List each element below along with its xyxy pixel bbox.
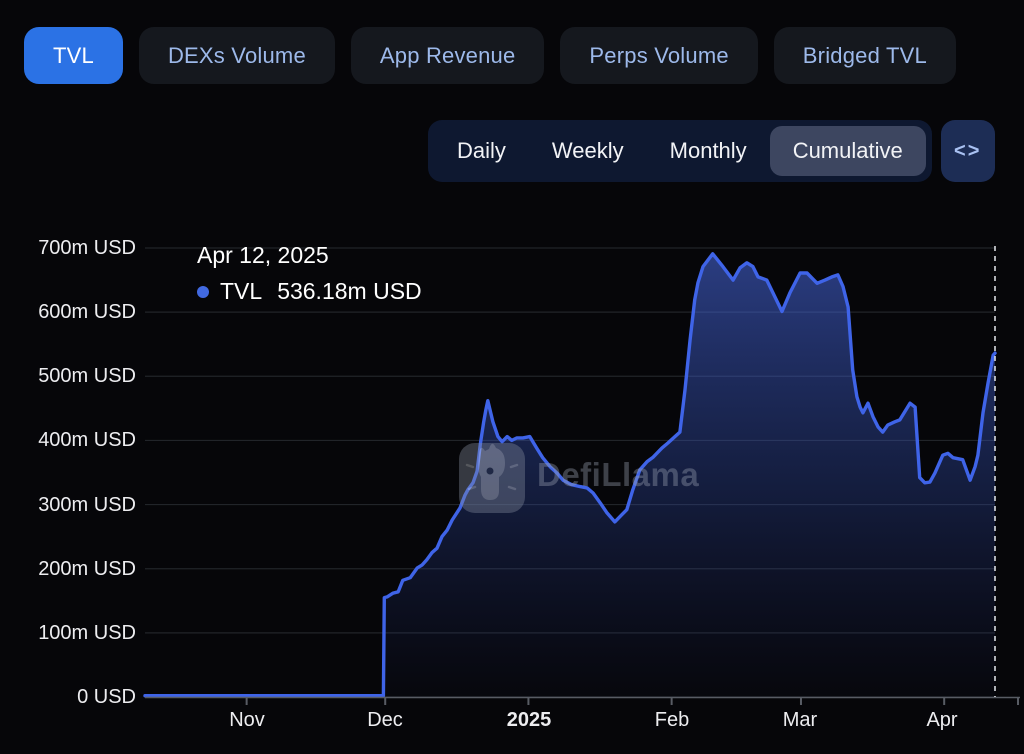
period-weekly[interactable]: Weekly: [529, 120, 647, 182]
y-tick-label: 500m USD: [0, 364, 136, 388]
tab-dexs-volume[interactable]: DEXs Volume: [139, 27, 335, 84]
period-monthly[interactable]: Monthly: [647, 120, 770, 182]
series-dot-icon: [197, 286, 209, 298]
tvl-area-chart[interactable]: [0, 200, 1024, 754]
tvl-area-fill: [145, 254, 995, 697]
code-brackets-icon: <>: [954, 140, 981, 163]
tooltip-value: 536.18m USD: [277, 278, 421, 305]
period-selector: Daily Weekly Monthly Cumulative <>: [428, 120, 995, 182]
period-options-group: Daily Weekly Monthly Cumulative: [428, 120, 932, 182]
x-tick-label: Nov: [202, 709, 292, 732]
y-tick-label: 400m USD: [0, 428, 136, 452]
y-tick-label: 700m USD: [0, 236, 136, 260]
tab-tvl[interactable]: TVL: [24, 27, 123, 84]
x-tick-label: 2025: [484, 709, 574, 732]
y-tick-label: 200m USD: [0, 557, 136, 581]
x-tick-label: Dec: [340, 709, 430, 732]
tooltip-series-name: TVL: [220, 278, 262, 305]
y-tick-label: 600m USD: [0, 300, 136, 324]
period-daily[interactable]: Daily: [434, 120, 529, 182]
tooltip-date: Apr 12, 2025: [197, 242, 422, 269]
y-tick-label: 100m USD: [0, 621, 136, 645]
tab-perps-volume[interactable]: Perps Volume: [560, 27, 757, 84]
chart-canvas: [0, 200, 1024, 754]
defillama-chart-page: TVL DEXs Volume App Revenue Perps Volume…: [0, 0, 1024, 754]
y-tick-label: 0 USD: [0, 685, 136, 709]
period-cumulative[interactable]: Cumulative: [770, 126, 926, 176]
metric-tabs: TVL DEXs Volume App Revenue Perps Volume…: [24, 27, 956, 84]
y-tick-label: 300m USD: [0, 493, 136, 517]
x-tick-label: Apr: [897, 709, 987, 732]
x-tick-label: Mar: [755, 709, 845, 732]
tab-app-revenue[interactable]: App Revenue: [351, 27, 545, 84]
chart-tooltip: Apr 12, 2025 TVL 536.18m USD: [197, 242, 422, 305]
x-tick-label: Feb: [627, 709, 717, 732]
embed-code-button[interactable]: <>: [941, 120, 995, 182]
tab-bridged-tvl[interactable]: Bridged TVL: [774, 27, 956, 84]
